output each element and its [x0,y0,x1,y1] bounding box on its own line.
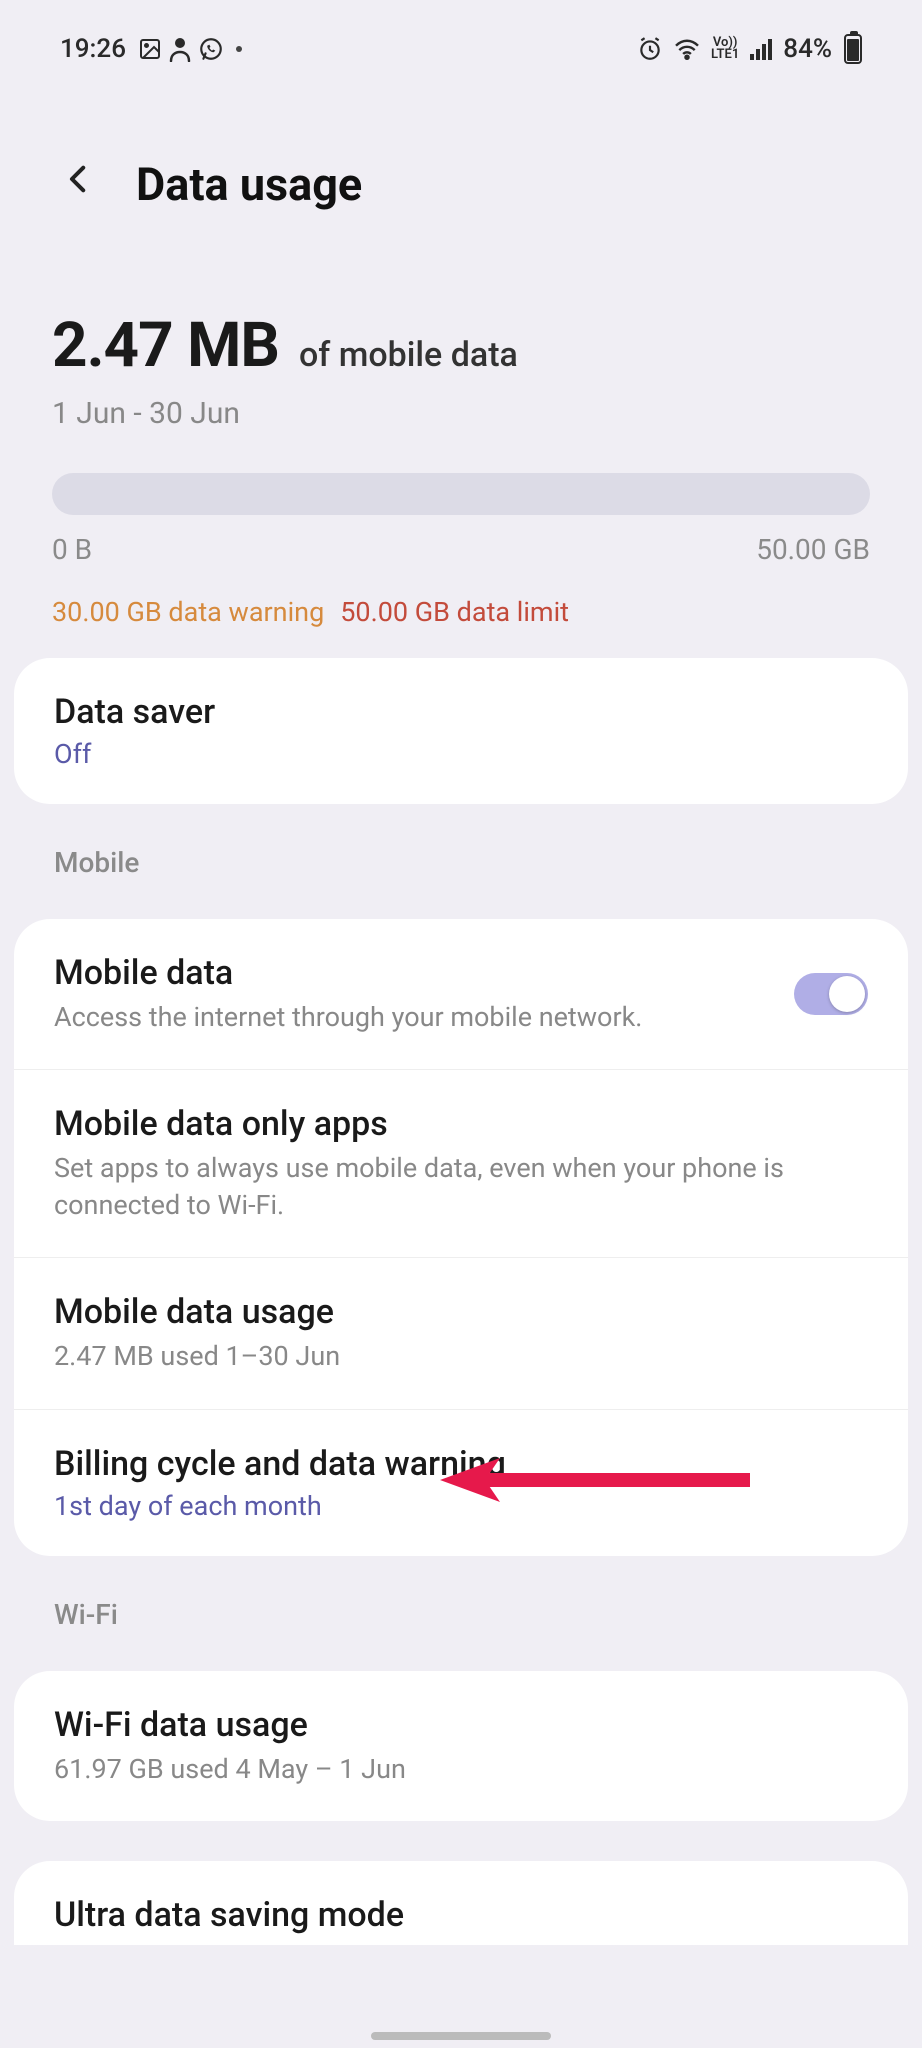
wifi-icon [673,38,701,60]
ultra-saving-item[interactable]: Ultra data saving mode [14,1861,908,1945]
volte-indicator: Vo)) LTE1 [711,37,739,60]
mobile-data-usage-item[interactable]: Mobile data usage 2.47 MB used 1–30 Jun [14,1258,908,1409]
billing-cycle-item[interactable]: Billing cycle and data warning 1st day o… [14,1410,908,1556]
data-saver-status: Off [54,738,868,770]
status-left: 19:26 [60,34,242,64]
more-notifications-dot [236,46,242,52]
data-warning-badge: 30.00 GB data warning [52,596,324,628]
mobile-data-item[interactable]: Mobile data Access the internet through … [14,919,908,1070]
usage-date-range: 1 Jun - 30 Jun [52,396,870,431]
data-saver-card: Data saver Off [14,658,908,804]
data-saver-title: Data saver [54,692,868,732]
usage-warning-line: 30.00 GB data warning 50.00 GB data limi… [52,596,870,628]
person-icon [168,36,192,62]
ultra-card: Ultra data saving mode [14,1861,908,1945]
image-icon [138,37,162,61]
alarm-icon [637,36,663,62]
wifi-card: Wi-Fi data usage 61.97 GB used 4 May – 1… [14,1671,908,1821]
mobile-data-sub: Access the internet through your mobile … [54,999,774,1035]
signal-icon [749,38,773,60]
wifi-section-label: Wi-Fi [0,1556,922,1641]
usage-progress-bar [52,473,870,515]
battery-percentage: 84% [783,34,832,64]
gesture-handle[interactable] [371,2032,551,2040]
mobile-section-label: Mobile [0,804,922,889]
wifi-data-usage-sub: 61.97 GB used 4 May – 1 Jun [54,1751,868,1787]
mobile-only-apps-sub: Set apps to always use mobile data, even… [54,1150,868,1223]
page-title: Data usage [136,158,362,211]
mobile-only-apps-item[interactable]: Mobile data only apps Set apps to always… [14,1070,908,1258]
billing-cycle-title: Billing cycle and data warning [54,1444,868,1484]
billing-cycle-sub: 1st day of each month [54,1490,868,1522]
usage-of-label: of mobile data [299,335,518,375]
usage-amount: 2.47 MB [52,309,279,382]
data-limit-badge: 50.00 GB data limit [340,596,569,628]
status-right: Vo)) LTE1 84% [637,34,862,64]
mobile-data-title: Mobile data [54,953,774,993]
status-time: 19:26 [60,34,126,64]
mobile-only-apps-title: Mobile data only apps [54,1104,868,1144]
mobile-data-toggle[interactable] [794,973,868,1015]
wifi-data-usage-item[interactable]: Wi-Fi data usage 61.97 GB used 4 May – 1… [14,1671,908,1821]
whatsapp-icon [198,36,224,62]
progress-min: 0 B [52,533,92,566]
wifi-data-usage-title: Wi-Fi data usage [54,1705,868,1745]
mobile-card: Mobile data Access the internet through … [14,919,908,1556]
back-button[interactable] [52,150,106,219]
mobile-data-usage-title: Mobile data usage [54,1292,868,1332]
battery-icon [844,34,862,64]
mobile-data-usage-sub: 2.47 MB used 1–30 Jun [54,1338,868,1374]
ultra-saving-title: Ultra data saving mode [54,1895,868,1935]
progress-max: 50.00 GB [756,533,870,566]
page-header: Data usage [0,70,922,249]
data-saver-item[interactable]: Data saver Off [14,658,908,804]
usage-summary: 2.47 MB of mobile data 1 Jun - 30 Jun 0 … [0,249,922,628]
status-notification-icons [138,36,224,62]
status-bar: 19:26 Vo)) LTE1 84% [0,0,922,70]
